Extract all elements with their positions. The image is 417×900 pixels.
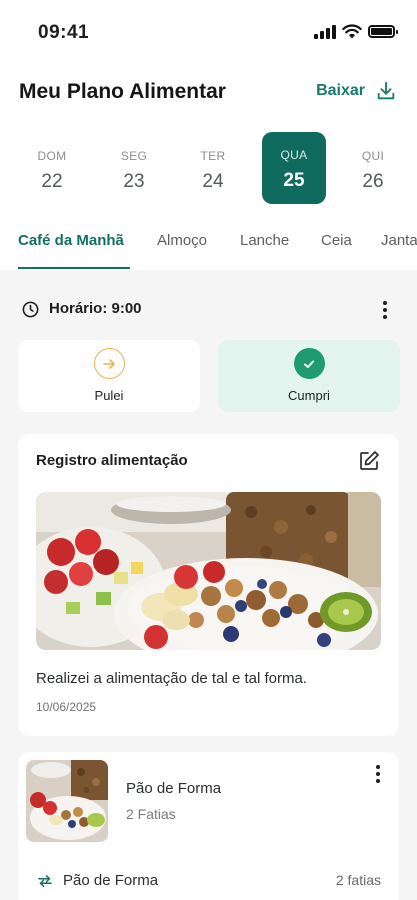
check-icon [293, 348, 325, 379]
skip-button[interactable]: Pulei [18, 340, 200, 412]
food-thumbnail [26, 760, 108, 842]
tab-lanche[interactable]: Lanche [240, 232, 289, 249]
food-quantity: 2 Fatias [126, 806, 176, 822]
page-title: Meu Plano Alimentar [19, 80, 226, 103]
food-name: Pão de Forma [126, 780, 222, 797]
day-ter[interactable]: TER 24 [181, 133, 245, 203]
download-button[interactable]: Baixar [316, 80, 397, 102]
status-icons [314, 24, 398, 39]
meal-photo [36, 492, 381, 650]
day-date: 24 [202, 171, 224, 192]
meal-time: Horário: 9:00 [49, 300, 142, 317]
food-log-text: Realizei a alimentação de tal e tal form… [36, 670, 307, 687]
meal-menu-kebab-icon[interactable] [375, 298, 395, 322]
day-qui[interactable]: QUI 26 [341, 133, 405, 203]
top-section: 09:41 Meu Plano Alimentar Baixar DOM 22 [0, 0, 417, 270]
tab-janta[interactable]: Janta [381, 232, 417, 249]
day-name: DOM [37, 149, 67, 163]
substitution-quantity: 2 fatias [335, 872, 381, 888]
meal-time-row: Horário: 9:00 [0, 290, 417, 330]
day-name: TER [200, 149, 226, 163]
day-selector: DOM 22 SEG 23 TER 24 QUA 25 QUI 26 [0, 130, 417, 205]
food-log-date: 10/06/2025 [36, 700, 97, 714]
edit-icon[interactable] [357, 449, 381, 473]
day-name: SEG [120, 149, 148, 163]
arrow-right-icon [93, 348, 125, 379]
status-time: 09:41 [38, 22, 90, 43]
skip-label: Pulei [94, 388, 124, 403]
day-date: 22 [41, 171, 63, 192]
day-date: 23 [123, 171, 145, 192]
download-icon [377, 81, 395, 100]
substitution-name: Pão de Forma [63, 872, 159, 889]
battery-icon [368, 25, 398, 38]
active-tab-indicator [18, 267, 130, 269]
food-substitution-row[interactable]: Pão de Forma 2 fatias [36, 870, 381, 894]
day-dom[interactable]: DOM 22 [20, 133, 84, 203]
day-date: 26 [362, 171, 384, 192]
day-seg[interactable]: SEG 23 [102, 133, 166, 203]
food-menu-kebab-icon[interactable] [368, 762, 388, 786]
day-name: QUI [361, 149, 385, 163]
signal-icon [314, 24, 336, 39]
done-label: Cumpri [288, 388, 330, 403]
wifi-icon [342, 24, 362, 39]
swap-icon [38, 875, 52, 887]
day-name: QUA [280, 148, 308, 162]
food-item-card: Pão de Forma 2 Fatias Pão de Forma 2 fat… [18, 752, 399, 900]
meal-tabs: Café da Manhã Almoço Lanche Ceia Janta [0, 220, 417, 270]
food-log-card: Registro alimentação Realizei a alimenta… [18, 434, 399, 736]
status-bar: 09:41 [0, 0, 417, 60]
tab-ceia[interactable]: Ceia [321, 232, 352, 249]
header: Meu Plano Alimentar Baixar [0, 70, 417, 114]
tab-almoco[interactable]: Almoço [157, 232, 207, 249]
food-log-title: Registro alimentação [36, 452, 188, 469]
download-label: Baixar [316, 82, 365, 99]
day-qua[interactable]: QUA 25 [262, 132, 326, 204]
day-date: 25 [283, 170, 305, 191]
done-button[interactable]: Cumpri [218, 340, 400, 412]
tab-cafe-da-manha[interactable]: Café da Manhã [18, 232, 124, 249]
clock-icon [22, 301, 39, 318]
